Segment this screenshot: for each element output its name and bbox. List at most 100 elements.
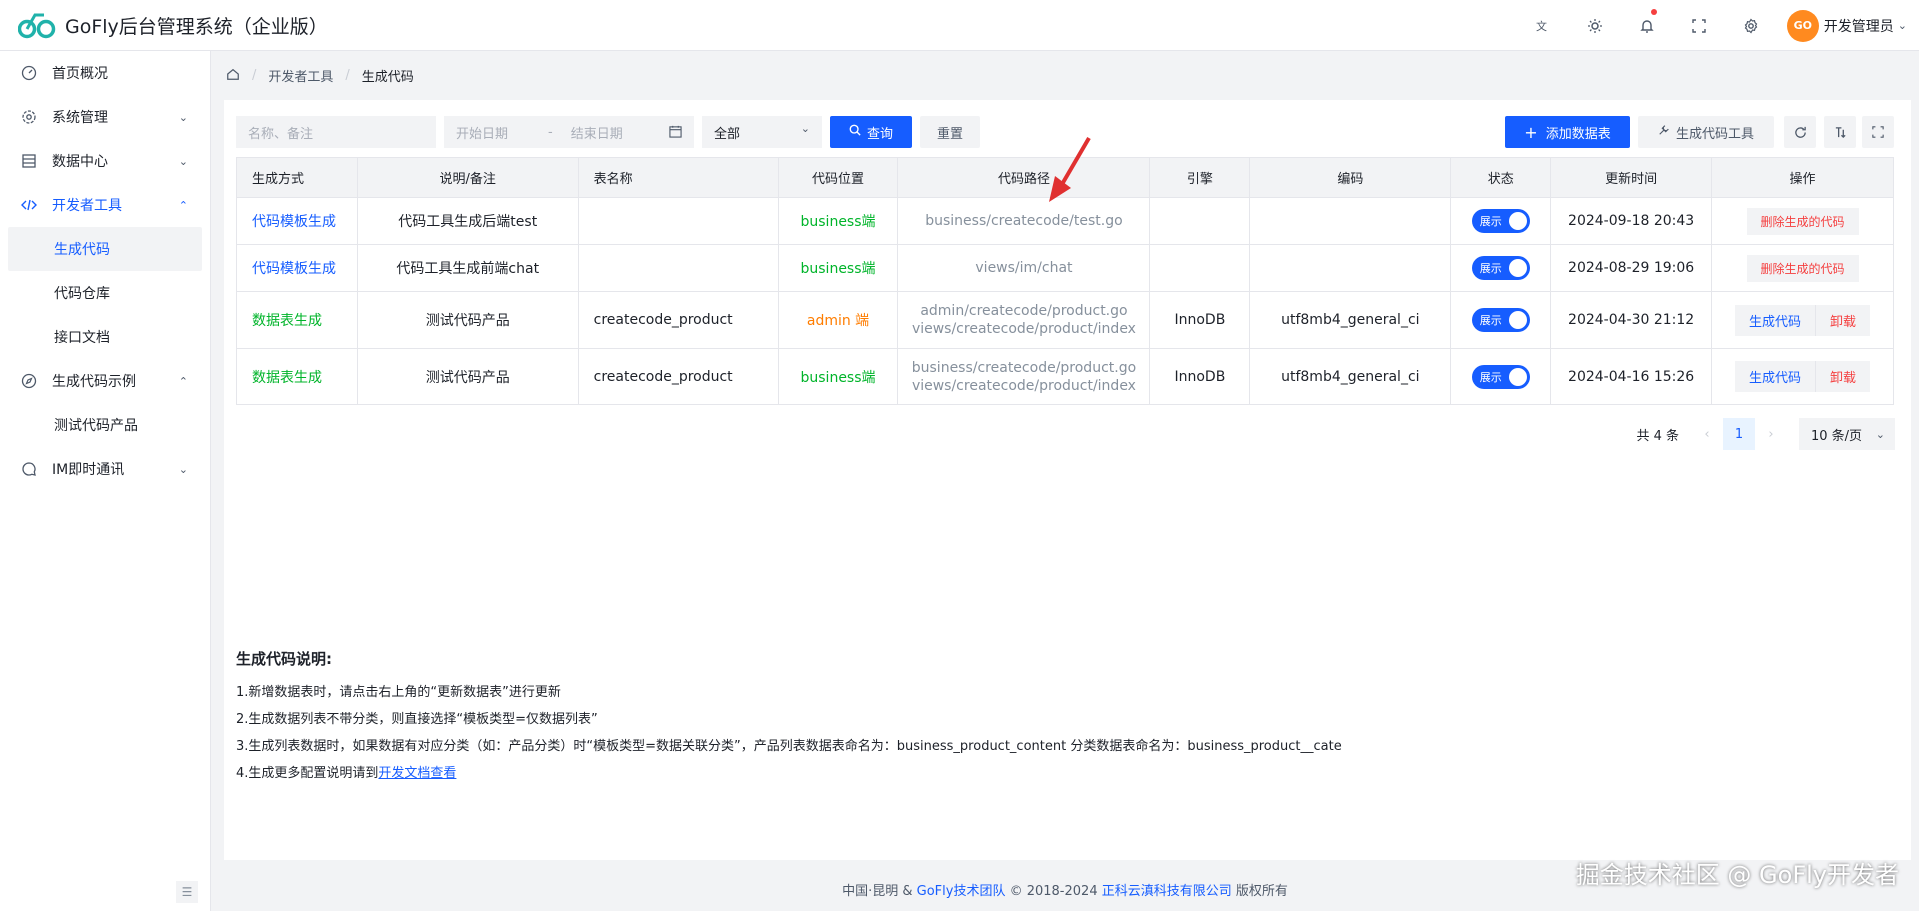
add-table-button[interactable]: + 添加数据表 — [1505, 116, 1630, 148]
method-cell: 数据表生成 — [236, 348, 358, 405]
sidebar-subitem-generate-code[interactable]: 生成代码 — [8, 227, 202, 271]
sidebar-item-devtools[interactable]: 开发者工具 ⌃ — [0, 183, 210, 227]
app-title: GoFly后台管理系统（企业版） — [65, 15, 328, 38]
chevron-down-icon: ⌄ — [178, 462, 188, 476]
op-cell: 生成代码 卸载 — [1711, 291, 1894, 349]
sidebar-item-system[interactable]: 系统管理 ⌄ — [0, 95, 210, 139]
theme-icon[interactable] — [1569, 0, 1621, 51]
engine-cell — [1149, 197, 1251, 245]
type-select[interactable]: 全部 ⌄ — [702, 116, 822, 148]
red-arrow-annotation — [1049, 136, 1091, 202]
uninstall-button[interactable]: 卸载 — [1816, 304, 1871, 336]
sidebar-item-data[interactable]: 数据中心 ⌄ — [0, 139, 210, 183]
query-button[interactable]: 查询 — [830, 116, 912, 148]
sidebar-subitem-test-product[interactable]: 测试代码产品 — [0, 403, 210, 447]
settings-icon[interactable] — [1725, 0, 1777, 51]
date-separator: - — [548, 124, 553, 140]
fullscreen-table-icon[interactable] — [1862, 116, 1894, 148]
col-header: 生成方式 — [236, 157, 358, 198]
page-number[interactable]: 1 — [1723, 418, 1755, 450]
bell-icon[interactable] — [1621, 0, 1673, 51]
avatar: GO — [1786, 9, 1819, 42]
search-input[interactable]: 名称、备注 — [236, 116, 436, 148]
charset-cell: utf8mb4_general_ci — [1249, 291, 1452, 349]
instructions: 生成代码说明: 1.新增数据表时，请点击右上角的“更新数据表”进行更新 2.生成… — [236, 648, 1342, 787]
table-row: 代码模板生成 代码工具生成前端chat business端 views/im/c… — [236, 244, 1894, 292]
position-cell: business端 — [777, 197, 899, 245]
end-date-input[interactable]: 结束日期 — [571, 123, 623, 142]
home-icon[interactable] — [226, 67, 240, 85]
footer-company-link[interactable]: 正科云滇科技有限公司 — [1102, 884, 1232, 899]
charset-cell — [1249, 244, 1452, 292]
status-label: 展示 — [1479, 215, 1502, 228]
prev-page-icon[interactable]: ‹ — [1691, 427, 1723, 442]
engine-cell — [1149, 244, 1251, 292]
user-menu[interactable]: GO 开发管理员 ⌄ — [1786, 9, 1907, 42]
footer-prefix: 中国·昆明 & — [842, 884, 913, 899]
translate-icon[interactable]: 文 — [1517, 0, 1569, 51]
sidebar-item-im[interactable]: IM即时通讯 ⌄ — [0, 447, 210, 491]
instruction-text: 4.生成更多配置说明请到 — [236, 766, 379, 781]
method-cell: 数据表生成 — [236, 291, 358, 349]
op-cell: 删除生成的代码 — [1711, 244, 1894, 292]
sidebar-item-label: 数据中心 — [52, 154, 108, 170]
col-header: 代码位置 — [777, 157, 899, 198]
footer-team-link[interactable]: GoFly技术团队 — [917, 884, 1006, 899]
sidebar-item-dashboard[interactable]: 首页概况 — [0, 51, 210, 95]
app-logo[interactable]: GoFly后台管理系统（企业版） — [18, 10, 328, 40]
page-size-select[interactable]: 10 条/页 ⌄ — [1799, 418, 1895, 450]
query-label: 查询 — [866, 126, 893, 142]
sidebar-item-label: 生成代码示例 — [52, 374, 136, 390]
search-placeholder: 名称、备注 — [248, 126, 314, 142]
col-header: 表名称 — [577, 157, 779, 198]
dev-docs-link[interactable]: 开发文档查看 — [378, 766, 456, 781]
generate-code-button[interactable]: 生成代码 — [1735, 304, 1817, 336]
path-line: views/createcode/product/index — [911, 377, 1136, 394]
remark-cell: 测试代码产品 — [356, 291, 579, 349]
column-density-icon[interactable] — [1824, 116, 1856, 148]
status-toggle[interactable]: 展示 — [1471, 209, 1530, 233]
sidebar-subitem-code-repo[interactable]: 代码仓库 — [0, 271, 210, 315]
status-toggle[interactable]: 展示 — [1471, 256, 1530, 280]
charset-cell — [1249, 197, 1452, 245]
collapse-sidebar-icon[interactable]: ☰ — [176, 881, 198, 903]
table-row: 数据表生成 测试代码产品 createcode_product admin 端 … — [236, 291, 1894, 349]
method-cell: 代码模板生成 — [236, 197, 358, 245]
next-page-icon[interactable]: › — [1755, 427, 1787, 442]
path-line: admin/createcode/product.go — [920, 303, 1128, 319]
reset-button[interactable]: 重置 — [920, 116, 980, 148]
status-label: 展示 — [1479, 314, 1502, 327]
search-icon — [849, 124, 861, 140]
position-cell: business端 — [777, 244, 899, 292]
status-toggle[interactable]: 展示 — [1471, 308, 1530, 332]
col-header: 说明/备注 — [356, 157, 579, 198]
notification-dot — [1650, 9, 1657, 15]
breadcrumb-separator: / — [345, 68, 350, 83]
col-header: 引擎 — [1149, 157, 1251, 198]
instruction-line: 1.新增数据表时，请点击右上角的“更新数据表”进行更新 — [236, 685, 561, 700]
delete-code-button[interactable]: 删除生成的代码 — [1746, 207, 1859, 235]
sidebar-subitem-api-docs[interactable]: 接口文档 — [0, 315, 210, 359]
charset-cell: utf8mb4_general_ci — [1249, 348, 1452, 405]
updated-cell: 2024-04-16 15:26 — [1550, 348, 1713, 405]
path-line: business/createcode/test.go — [925, 213, 1123, 229]
chevron-down-icon: ⌄ — [178, 154, 188, 168]
sidebar-item-label: 系统管理 — [52, 110, 108, 126]
reset-label: 重置 — [936, 126, 963, 142]
date-range-picker[interactable]: 开始日期 - 结束日期 — [444, 116, 694, 148]
fullscreen-icon[interactable] — [1673, 0, 1725, 51]
code-tool-button[interactable]: 生成代码工具 — [1638, 116, 1774, 148]
position-cell: business端 — [777, 348, 899, 405]
sidebar-item-examples[interactable]: 生成代码示例 ⌃ — [0, 359, 210, 403]
breadcrumb-item[interactable]: 开发者工具 — [268, 66, 333, 85]
refresh-icon[interactable] — [1784, 116, 1816, 148]
sidebar-item-label: 开发者工具 — [52, 198, 122, 214]
generate-code-button[interactable]: 生成代码 — [1735, 361, 1817, 392]
chevron-down-icon: ⌄ — [1897, 19, 1907, 32]
status-toggle[interactable]: 展示 — [1471, 364, 1530, 389]
start-date-input[interactable]: 开始日期 — [456, 123, 508, 142]
delete-code-button[interactable]: 删除生成的代码 — [1746, 254, 1859, 282]
sidebar-item-label: 首页概况 — [52, 66, 108, 82]
path-cell: admin/createcode/product.go views/createc… — [897, 291, 1151, 349]
uninstall-button[interactable]: 卸载 — [1816, 361, 1871, 392]
